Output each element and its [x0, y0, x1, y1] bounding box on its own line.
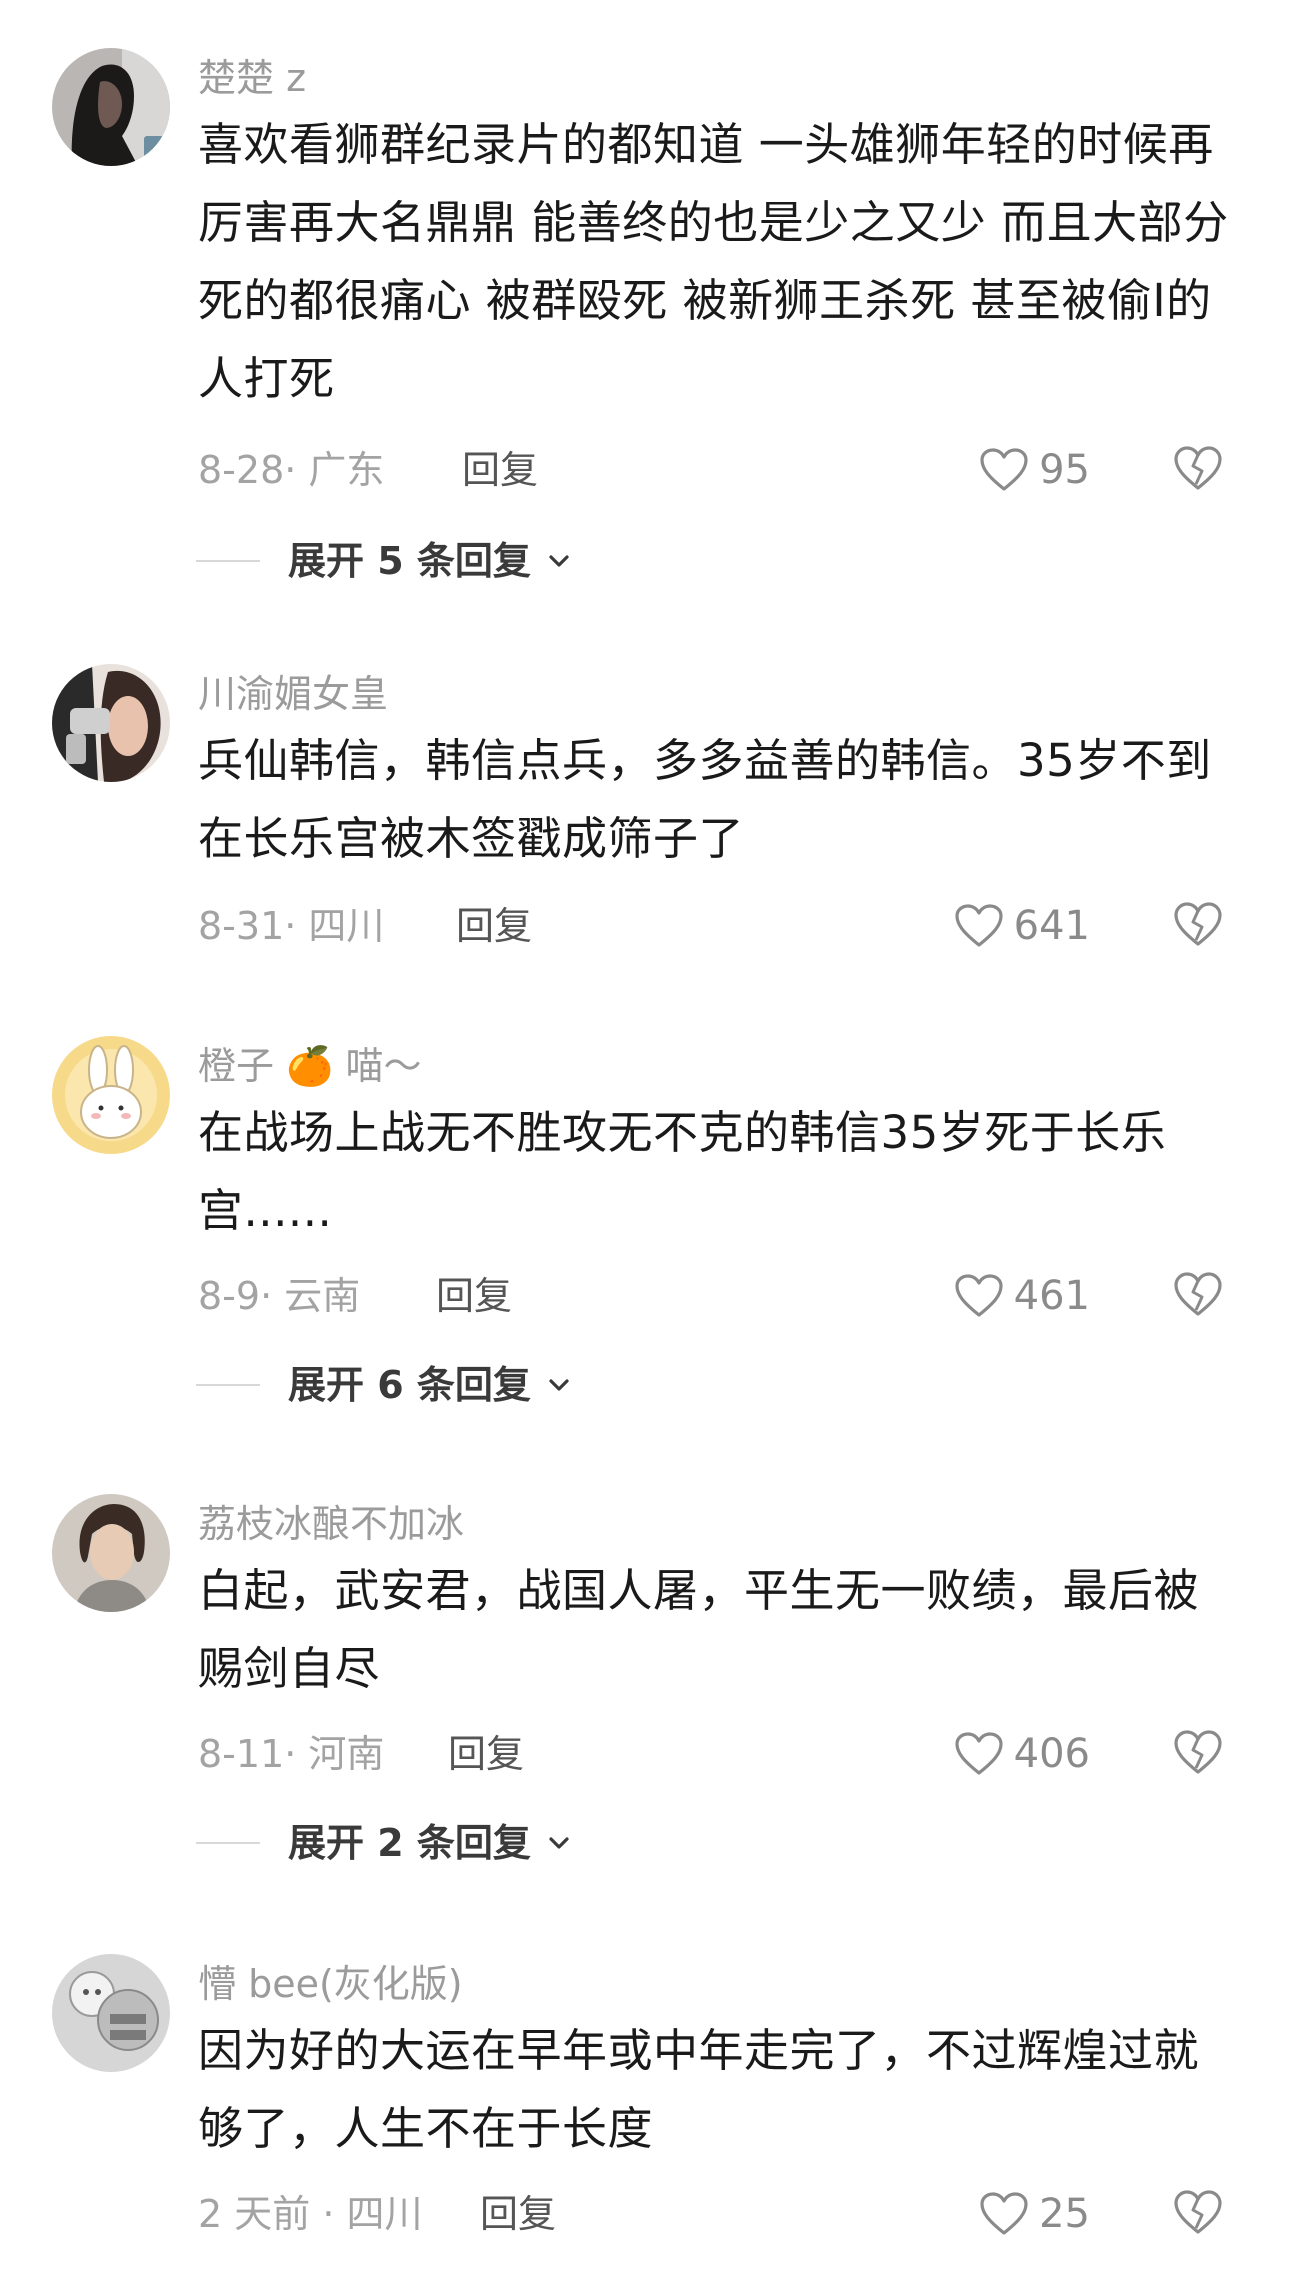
comment-item: 川渝媚女皇 兵仙韩信，韩信点兵，多多益善的韩信。35岁不到在长乐宫被木签戳成筛子… [0, 664, 1290, 984]
like-count: 25 [1039, 2191, 1090, 2237]
like-count: 641 [1013, 903, 1090, 949]
broken-heart-icon [1174, 1730, 1222, 1774]
like-button[interactable]: 95 [979, 442, 1090, 498]
expand-replies-label: 展开 5 条回复 [288, 539, 531, 583]
comment-text: 喜欢看狮群纪录片的都知道 一头雄狮年轻的时候再厉害再大名鼎鼎 能善终的也是少之又… [198, 118, 1229, 405]
username-text: 橙子 [198, 1044, 275, 1088]
avatar[interactable] [52, 664, 170, 782]
comment-item: 懵 bee(灰化版) 因为好的大运在早年或中年走完了，不过辉煌过就够了，人生不在… [0, 1954, 1290, 2274]
comment-item: 荔枝冰酿不加冰 白起，武安君，战国人屠，平生无一败绩，最后被赐剑自尽 8-11·… [0, 1494, 1290, 1894]
like-button[interactable]: 25 [979, 2186, 1090, 2242]
heart-outline-icon [954, 1273, 1004, 1319]
woman-profile-photo-icon [52, 48, 170, 166]
chevron-down-icon [546, 548, 572, 574]
reply-button[interactable]: 回复 [462, 448, 538, 492]
like-count: 406 [1013, 1731, 1090, 1777]
expand-replies-label: 展开 6 条回复 [288, 1363, 531, 1407]
username[interactable]: 楚楚 z [198, 56, 306, 100]
expand-replies[interactable]: 展开 2 条回复 [196, 1818, 569, 1868]
avatar[interactable] [52, 1494, 170, 1612]
avatar[interactable] [52, 48, 170, 166]
avatar[interactable] [52, 1954, 170, 2072]
reply-button[interactable]: 回复 [456, 904, 532, 948]
orange-emoji: 🍊 [286, 1044, 334, 1088]
like-count: 461 [1013, 1273, 1090, 1319]
comment-item: 橙子 🍊 喵～ 在战场上战无不胜攻无不克的韩信35岁死于长乐宫...... 8-… [0, 1036, 1290, 1436]
gray-cartoon-avatar-icon [52, 1954, 170, 2072]
dislike-button[interactable] [1172, 1270, 1224, 1320]
like-button[interactable]: 641 [954, 898, 1090, 954]
reply-button[interactable]: 回复 [436, 1274, 512, 1318]
date-location: 8-11· 河南 [198, 1732, 385, 1776]
chevron-down-icon [546, 1372, 572, 1398]
dislike-button[interactable] [1172, 900, 1224, 950]
makeup-photo-icon [52, 664, 170, 782]
heart-outline-icon [979, 2191, 1029, 2237]
reply-button[interactable]: 回复 [448, 1732, 524, 1776]
broken-heart-icon [1174, 446, 1222, 490]
like-button[interactable]: 406 [954, 1726, 1090, 1782]
date-location: 8-28· 广东 [198, 448, 385, 492]
comment-item: 楚楚 z 喜欢看狮群纪录片的都知道 一头雄狮年轻的时候再厉害再大名鼎鼎 能善终的… [0, 48, 1290, 583]
comment-text: 因为好的大运在早年或中年走完了，不过辉煌过就够了，人生不在于长度 [198, 2024, 1200, 2155]
white-rabbit-cartoon-icon [52, 1036, 170, 1154]
portrait-photo-icon [52, 1494, 170, 1612]
comment-text: 在战场上战无不胜攻无不克的韩信35岁死于长乐宫...... [198, 1106, 1167, 1237]
like-count: 95 [1039, 447, 1090, 493]
expand-replies-label: 展开 2 条回复 [288, 1821, 531, 1865]
dislike-button[interactable] [1172, 1728, 1224, 1778]
dislike-button[interactable] [1172, 2188, 1224, 2238]
broken-heart-icon [1174, 2190, 1222, 2234]
username[interactable]: 橙子 🍊 喵～ [198, 1044, 422, 1088]
username[interactable]: 川渝媚女皇 [198, 672, 388, 716]
heart-outline-icon [979, 447, 1029, 493]
like-button[interactable]: 461 [954, 1268, 1090, 1324]
divider-line [196, 1384, 260, 1386]
date-location: 8-9· 云南 [198, 1274, 361, 1318]
divider-line [196, 560, 260, 562]
expand-replies[interactable]: 展开 5 条回复 [196, 536, 569, 586]
expand-replies[interactable]: 展开 6 条回复 [196, 1360, 569, 1410]
username[interactable]: 荔枝冰酿不加冰 [198, 1502, 464, 1546]
reply-button[interactable]: 回复 [480, 2192, 556, 2236]
heart-outline-icon [954, 903, 1004, 949]
chevron-down-icon [546, 1830, 572, 1856]
comment-text: 白起，武安君，战国人屠，平生无一败绩，最后被赐剑自尽 [198, 1564, 1200, 1695]
heart-outline-icon [954, 1731, 1004, 1777]
date-location: 2 天前 · 四川 [198, 2192, 423, 2236]
comment-text: 兵仙韩信，韩信点兵，多多益善的韩信。35岁不到在长乐宫被木签戳成筛子了 [198, 734, 1212, 865]
broken-heart-icon [1174, 1272, 1222, 1316]
date-location: 8-31· 四川 [198, 904, 385, 948]
dislike-button[interactable] [1172, 444, 1224, 494]
divider-line [196, 1842, 260, 1844]
username[interactable]: 懵 bee(灰化版) [198, 1962, 463, 2006]
avatar[interactable] [52, 1036, 170, 1154]
username-suffix: 喵～ [345, 1044, 422, 1088]
broken-heart-icon [1174, 902, 1222, 946]
